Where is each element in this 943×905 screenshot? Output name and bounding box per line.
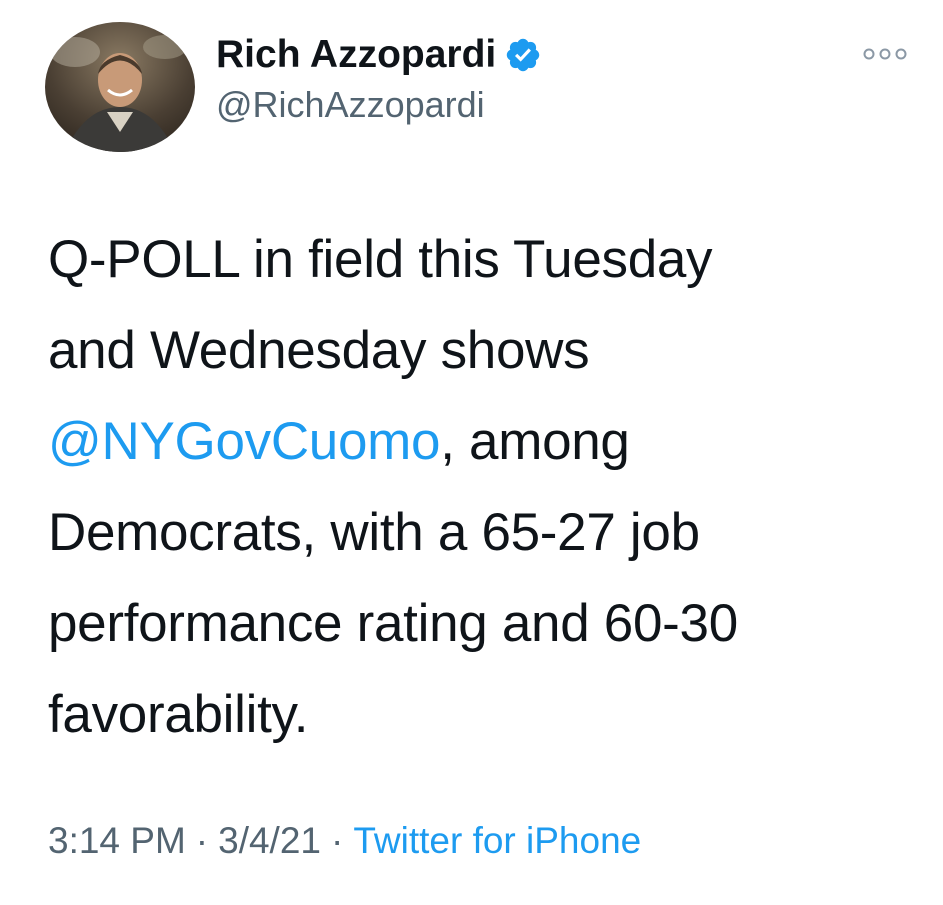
tweet-text-line: and Wednesday shows	[48, 321, 590, 380]
author-name-row: Rich Azzopardi	[216, 30, 542, 80]
mention-link[interactable]: @NYGovCuomo	[48, 412, 440, 471]
tweet-source-link[interactable]: Twitter for iPhone	[353, 820, 641, 861]
tweet-text-fragment: , among	[440, 412, 630, 471]
tweet-text-line: @NYGovCuomo, among	[48, 396, 908, 487]
verified-badge-icon	[504, 36, 542, 74]
tweet-text: Q-POLL in field this Tuesday and Wednesd…	[48, 214, 908, 760]
tweet-meta: 3:14 PM · 3/4/21 · Twitter for iPhone	[48, 820, 641, 862]
tweet-text-line: Q-POLL in field this Tuesday	[48, 230, 713, 289]
meta-separator: ·	[195, 820, 209, 861]
avatar[interactable]	[45, 22, 195, 152]
tweet-text-line: favorability.	[48, 685, 309, 744]
author-display-name[interactable]: Rich Azzopardi	[216, 33, 496, 77]
tweet-card: Rich Azzopardi @RichAzzopardi Q-POLL in …	[0, 0, 943, 905]
meta-separator: ·	[331, 820, 344, 861]
tweet-text-line: performance rating and 60-30	[48, 594, 738, 653]
profile-photo	[45, 22, 195, 152]
author-handle[interactable]: @RichAzzopardi	[216, 84, 485, 126]
tweet-text-line: Democrats, with a 65-27 job	[48, 503, 700, 562]
tweet-date[interactable]: 3/4/21	[218, 820, 321, 861]
tweet-time[interactable]: 3:14 PM	[48, 820, 186, 861]
more-horizontal-icon[interactable]	[862, 44, 908, 64]
